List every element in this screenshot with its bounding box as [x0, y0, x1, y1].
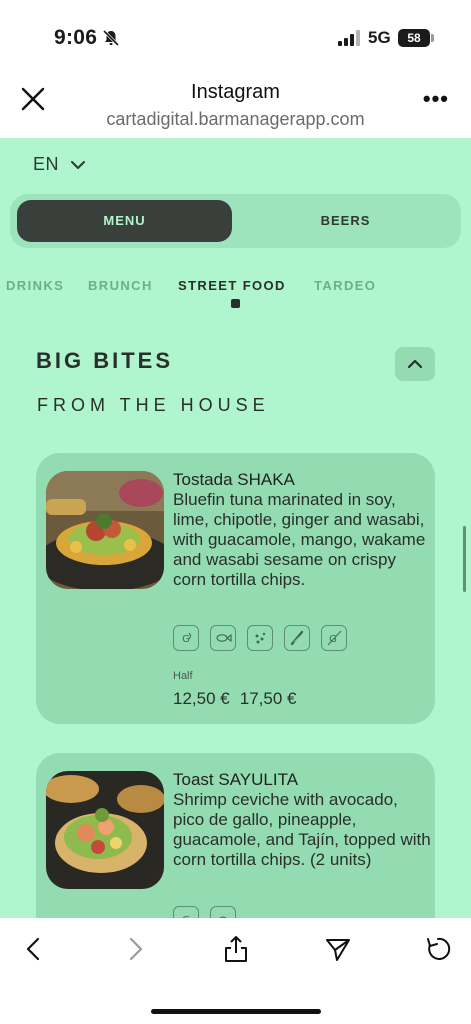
browser-url[interactable]: cartadigital.barmanagerapp.com — [0, 109, 471, 130]
dish-name: Tostada SHAKA — [173, 470, 295, 489]
category-tab-brunch[interactable]: BRUNCH — [88, 278, 153, 293]
allergen-list: G — [173, 906, 236, 918]
scrollbar[interactable] — [463, 526, 466, 592]
menu-tab[interactable]: MENU — [17, 200, 232, 242]
menu-item-card[interactable]: Tostada SHAKA Bluefin tuna marinated in … — [36, 453, 435, 724]
section-subtitle: FROM THE HOUSE — [37, 395, 270, 415]
menu-page: EN MENU BEERS DRINKS BRUNCH STREET FOOD … — [0, 138, 471, 918]
status-time: 9:06 — [54, 26, 98, 49]
battery-icon: 58 — [398, 29, 430, 47]
chevron-up-icon — [407, 359, 423, 369]
browser-title: Instagram — [191, 81, 280, 103]
gluten-icon: G — [173, 625, 199, 651]
language-label: EN — [33, 154, 60, 174]
dish-description: Bluefin tuna marinated in soy, lime, chi… — [173, 490, 426, 589]
price-label: Half — [173, 670, 193, 682]
crustacean-icon — [210, 906, 236, 918]
price-row: 12,50 € 17,50 € — [173, 689, 296, 709]
allergen-list: G G — [173, 625, 347, 651]
home-indicator — [151, 1009, 321, 1014]
send-icon[interactable] — [324, 935, 352, 963]
chevron-down-icon — [71, 160, 86, 169]
browser-header: Instagram cartadigital.barmanagerapp.com… — [0, 74, 471, 138]
dish-photo — [46, 471, 164, 589]
dish-description: Shrimp ceviche with avocado, pico de gal… — [173, 790, 431, 869]
category-tab-street-food[interactable]: STREET FOOD — [178, 278, 286, 293]
celery-icon — [284, 625, 310, 651]
active-category-indicator — [231, 299, 240, 308]
status-bar: 9:06 5G 58 — [0, 0, 471, 74]
back-icon[interactable] — [20, 935, 48, 963]
forward-icon[interactable] — [121, 935, 149, 963]
network-type: 5G — [368, 28, 391, 47]
category-tab-drinks[interactable]: DRINKS — [6, 278, 64, 293]
menu-item-card[interactable]: Toast SAYULITA Shrimp ceviche with avoca… — [36, 753, 435, 918]
category-tab-tardeo[interactable]: TARDEO — [314, 278, 376, 293]
gluten-icon: G — [173, 906, 199, 918]
svg-text:G: G — [182, 634, 190, 645]
more-options-icon[interactable]: ••• — [423, 86, 449, 112]
battery-tip — [431, 34, 434, 42]
price-half: 12,50 € — [173, 689, 230, 708]
price-full: 17,50 € — [239, 689, 297, 708]
section-title: BIG BITES — [36, 348, 174, 373]
signal-icon — [338, 30, 360, 46]
share-icon[interactable] — [222, 935, 250, 963]
bell-off-icon — [102, 29, 120, 47]
dish-name: Toast SAYULITA — [173, 770, 299, 789]
language-selector[interactable]: EN — [33, 154, 86, 175]
category-tabs: DRINKS BRUNCH STREET FOOD TARDEO — [0, 278, 471, 298]
reload-icon[interactable] — [424, 935, 452, 963]
dish-photo — [46, 771, 164, 889]
gluten-free-icon: G — [321, 625, 347, 651]
collapse-section-button[interactable] — [395, 347, 435, 381]
beers-tab[interactable]: BEERS — [238, 200, 453, 242]
fish-icon — [210, 625, 236, 651]
menu-beers-toggle: MENU BEERS — [10, 194, 461, 248]
soy-icon — [247, 625, 273, 651]
